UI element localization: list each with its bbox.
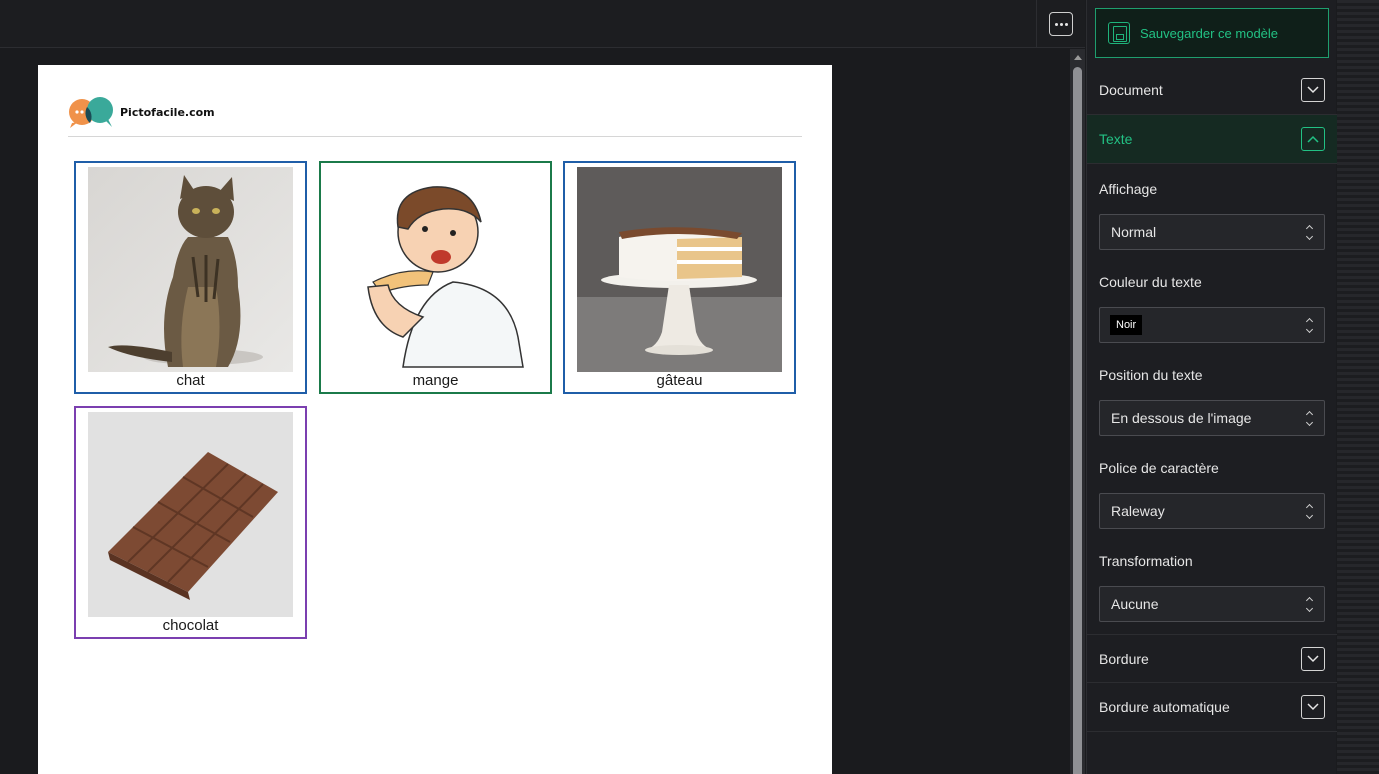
- panel-edge-pattern: [1337, 0, 1379, 774]
- cake-image: [577, 167, 782, 372]
- position-label: Position du texte: [1099, 367, 1203, 383]
- couleur-select[interactable]: Noir: [1099, 307, 1325, 343]
- logo-text: Pictofacile.com: [120, 105, 215, 119]
- select-value: Raleway: [1111, 503, 1165, 519]
- card-label: gâteau: [656, 372, 703, 389]
- section-texte[interactable]: Texte: [1087, 115, 1337, 164]
- updown-arrows-icon: [1306, 505, 1314, 519]
- select-value: Normal: [1111, 224, 1157, 240]
- section-document[interactable]: Document: [1087, 66, 1337, 115]
- section-title: Texte: [1099, 131, 1133, 147]
- updown-arrows-icon: [1306, 598, 1314, 612]
- select-value: En dessous de l'image: [1111, 410, 1252, 426]
- updown-arrows-icon: [1306, 226, 1314, 240]
- cat-image: [88, 167, 293, 372]
- section-bordure-automatique[interactable]: Bordure automatique: [1087, 683, 1337, 732]
- section-bordure[interactable]: Bordure: [1087, 634, 1337, 683]
- police-select[interactable]: Raleway: [1099, 493, 1325, 529]
- updown-arrows-icon: [1306, 319, 1314, 333]
- section-title: Bordure: [1099, 650, 1149, 667]
- transformation-select[interactable]: Aucune: [1099, 586, 1325, 622]
- card-label: chat: [176, 372, 205, 389]
- site-logo: Pictofacile.com: [68, 95, 215, 129]
- header-divider: [68, 136, 802, 137]
- transformation-label: Transformation: [1099, 553, 1193, 569]
- chevron-up-icon[interactable]: [1301, 127, 1325, 151]
- affichage-label: Affichage: [1099, 181, 1158, 197]
- chevron-down-icon[interactable]: [1301, 695, 1325, 719]
- properties-panel: Sauvegarder ce modèle Document Texte Aff…: [1086, 0, 1337, 774]
- updown-arrows-icon: [1306, 412, 1314, 426]
- floppy-disk-icon: [1108, 22, 1130, 44]
- canvas-scrollbar[interactable]: [1070, 49, 1085, 774]
- card-label: mange: [412, 372, 459, 389]
- picto-card-mange[interactable]: mange: [319, 161, 552, 394]
- position-select[interactable]: En dessous de l'image: [1099, 400, 1325, 436]
- chevron-down-icon[interactable]: [1301, 78, 1325, 102]
- boy-eating-image: [333, 167, 538, 372]
- scroll-up-icon[interactable]: [1074, 55, 1082, 60]
- document-page: Pictofacile.com chat mange gâteau chocol…: [38, 65, 832, 774]
- save-template-button[interactable]: Sauvegarder ce modèle: [1095, 8, 1329, 58]
- chocolate-image: [88, 412, 293, 617]
- picto-card-chat[interactable]: chat: [74, 161, 307, 394]
- section-title: Document: [1099, 82, 1163, 98]
- select-value: Aucune: [1111, 596, 1159, 612]
- ellipsis-icon: [1054, 22, 1058, 26]
- picto-card-gateau[interactable]: gâteau: [563, 161, 796, 394]
- logo-icon: [69, 97, 113, 128]
- scroll-thumb[interactable]: [1073, 67, 1082, 774]
- color-swatch: Noir: [1110, 315, 1143, 335]
- more-options-button[interactable]: [1049, 12, 1073, 36]
- editor-canvas: Pictofacile.com chat mange gâteau chocol…: [0, 49, 1070, 774]
- top-toolbar: [0, 0, 1085, 48]
- save-template-label: Sauvegarder ce modèle: [1140, 25, 1279, 41]
- picto-card-chocolat[interactable]: chocolat: [74, 406, 307, 639]
- card-label: chocolat: [162, 617, 219, 634]
- chevron-down-icon[interactable]: [1301, 647, 1325, 671]
- section-title: Bordure automatique: [1099, 699, 1230, 715]
- affichage-select[interactable]: Normal: [1099, 214, 1325, 250]
- police-label: Police de caractère: [1099, 460, 1219, 476]
- couleur-label: Couleur du texte: [1099, 274, 1202, 290]
- toolbar-divider: [1036, 0, 1037, 48]
